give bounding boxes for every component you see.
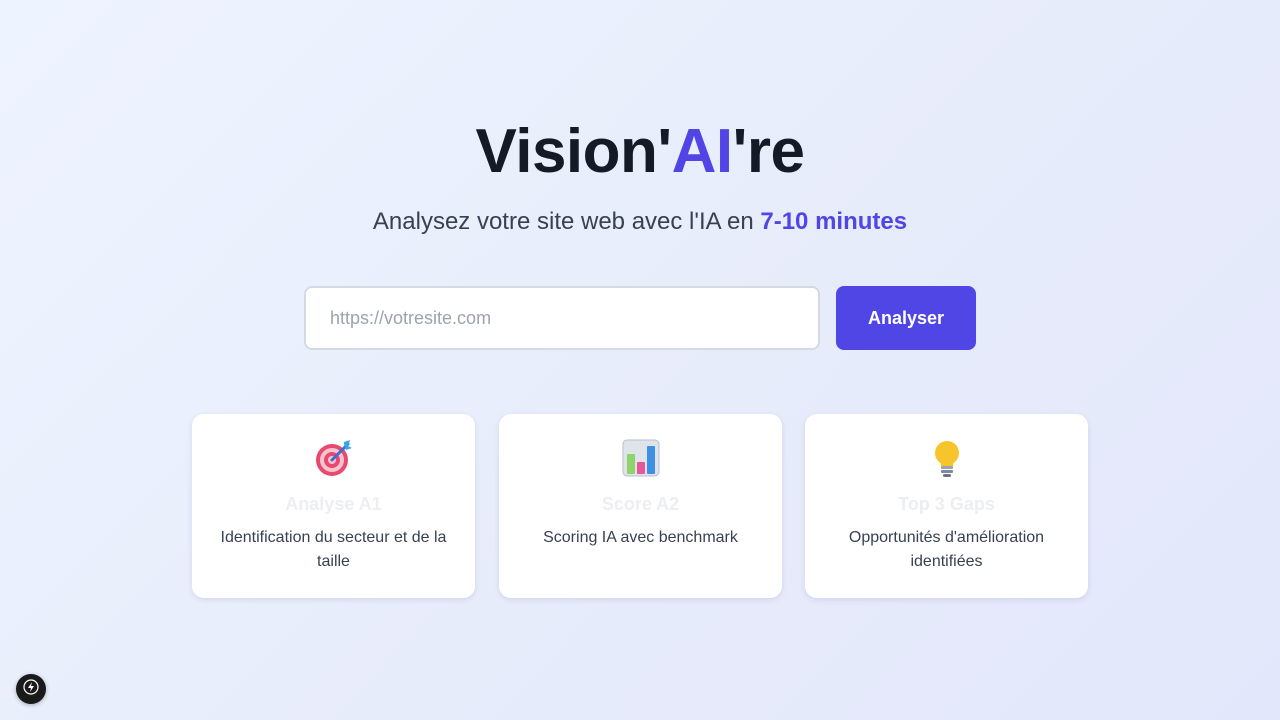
- feature-card-score: Score A2 Scoring IA avec benchmark: [499, 414, 782, 598]
- feature-card-description: Scoring IA avec benchmark: [543, 529, 738, 546]
- feature-card-title: Top 3 Gaps: [898, 494, 995, 514]
- page-title: Vision'AI're: [0, 116, 1280, 187]
- analyze-button[interactable]: Analyser: [836, 286, 976, 350]
- dev-indicator-button[interactable]: [16, 674, 46, 704]
- title-accent: AI: [671, 117, 734, 186]
- subtitle-highlight: 7-10 minutes: [760, 208, 908, 235]
- feature-card-analyse: Analyse A1 Identification du secteur et …: [192, 414, 475, 598]
- bar-chart-icon: [499, 438, 782, 478]
- url-input[interactable]: [304, 286, 820, 350]
- feature-card-gaps: Top 3 Gaps Opportunités d'amélioration i…: [805, 414, 1088, 598]
- lightning-bolt-icon: [23, 678, 39, 700]
- feature-card-description: Identification du secteur et de la taill…: [220, 529, 447, 570]
- feature-card-description: Opportunités d'amélioration identifiées: [848, 529, 1045, 570]
- page-subtitle: Analysez votre site web avec l'IA en 7-1…: [0, 208, 1280, 236]
- feature-card-title: Analyse A1: [285, 494, 382, 514]
- lightbulb-icon: [805, 438, 1088, 478]
- feature-card-title: Score A2: [601, 494, 680, 514]
- title-prefix: Vision': [475, 117, 672, 186]
- target-icon: [192, 438, 475, 478]
- subtitle-text: Analysez votre site web avec l'IA en: [372, 208, 761, 235]
- title-suffix: 're: [732, 117, 805, 186]
